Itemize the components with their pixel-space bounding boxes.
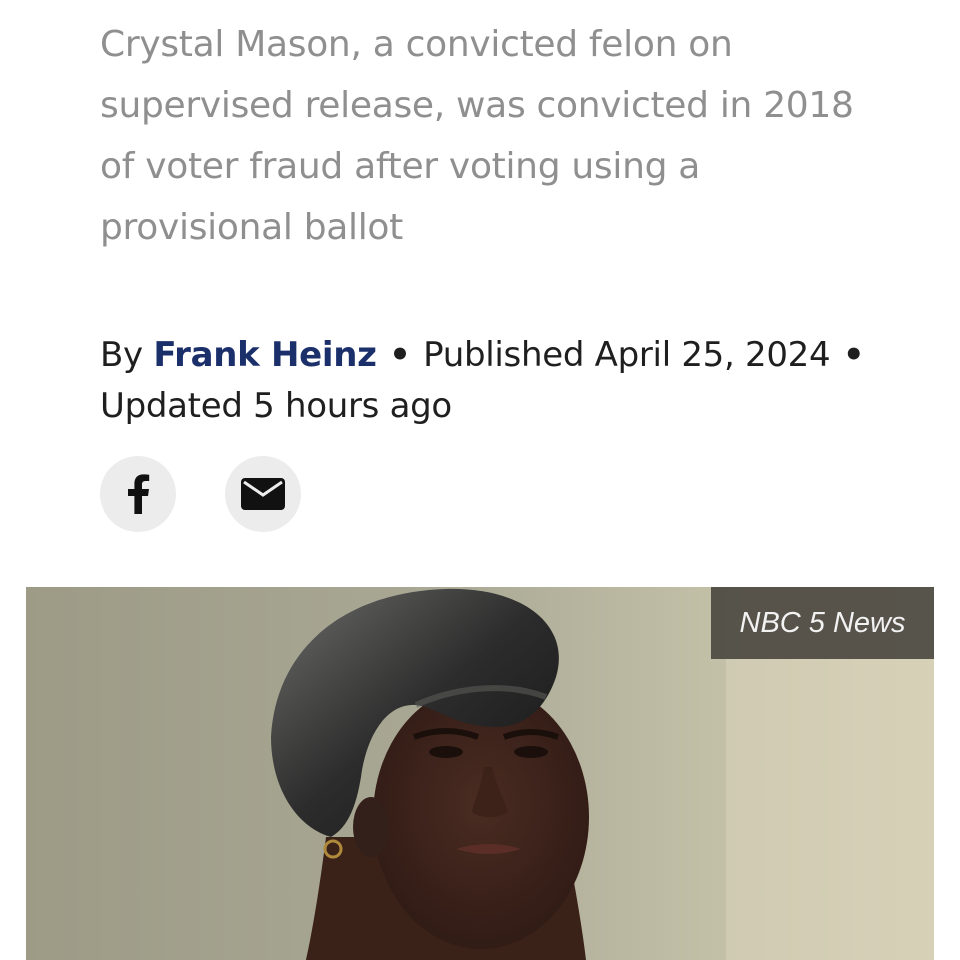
article-dek: Crystal Mason, a convicted felon on supe… [100,24,854,248]
updated-time: Updated 5 hours ago [100,386,452,426]
envelope-icon [241,478,285,510]
published-date: Published April 25, 2024 [423,335,831,375]
article-byline: By Frank Heinz • Published April 25, 202… [100,330,900,432]
byline-by-label: By [100,335,143,375]
author-link[interactable]: Frank Heinz [153,335,377,375]
byline-separator: • [389,335,411,375]
hero-image: NBC 5 News [26,587,934,960]
byline-separator: • [842,335,865,375]
image-credit: NBC 5 News [711,587,934,659]
facebook-icon [128,474,150,514]
facebook-share-button[interactable] [100,456,176,532]
email-share-button[interactable] [225,456,301,532]
share-bar [100,456,301,532]
